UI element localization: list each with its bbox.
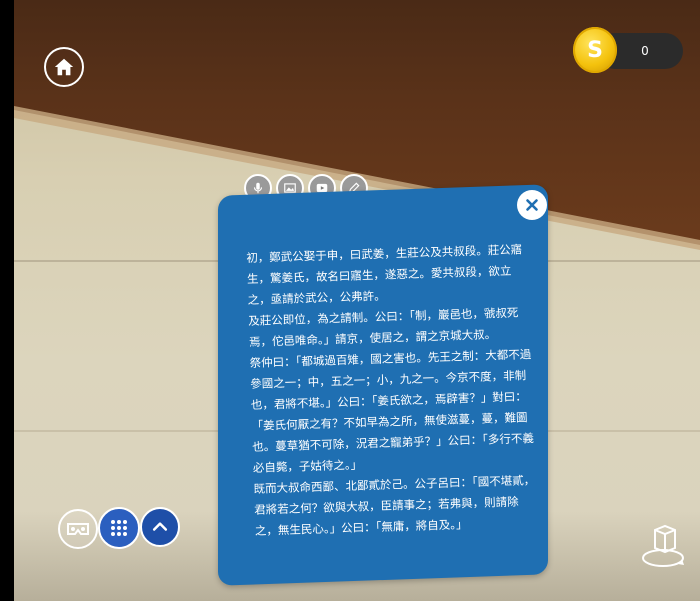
chevron-up-icon xyxy=(152,522,168,531)
panel-text: 初，鄭武公娶于申，曰武姜，生莊公及共叔段。莊公寤生，驚姜氏，故名曰寤生，遂惡之。… xyxy=(246,239,543,588)
home-icon xyxy=(54,58,74,76)
rotate-view-button[interactable] xyxy=(636,520,690,578)
close-button[interactable] xyxy=(517,190,547,220)
vr-goggles-icon xyxy=(67,523,89,535)
close-icon xyxy=(526,199,538,211)
expand-up-button[interactable] xyxy=(140,507,180,547)
coin-counter: S 0 xyxy=(573,25,683,77)
grid-menu-icon xyxy=(111,520,127,536)
left-black-bar xyxy=(0,0,14,601)
coin-symbol: S xyxy=(587,37,603,63)
rotate-3d-icon xyxy=(642,524,684,567)
paragraph: 祭仲曰：「都城過百雉，國之害也。先王之制：大都不過參國之一；中，五之一；小，九之… xyxy=(249,347,535,475)
grid-menu-button[interactable] xyxy=(98,507,140,549)
coin-icon: S xyxy=(573,27,617,73)
paragraph: 初，鄭武公娶于申，曰武姜，生莊公及共叔段。莊公寤生，驚姜氏，故名曰寤生，遂惡之。… xyxy=(246,242,523,307)
microphone-icon xyxy=(253,182,263,194)
paragraph: 既而大叔命西鄙、北鄙貳於己。公子呂曰：「國不堪貳，君將若之何？欲與大叔，臣請事之… xyxy=(253,473,536,538)
vr-mode-button[interactable] xyxy=(58,509,98,549)
coin-count: 0 xyxy=(641,44,649,58)
home-button[interactable] xyxy=(44,47,84,87)
